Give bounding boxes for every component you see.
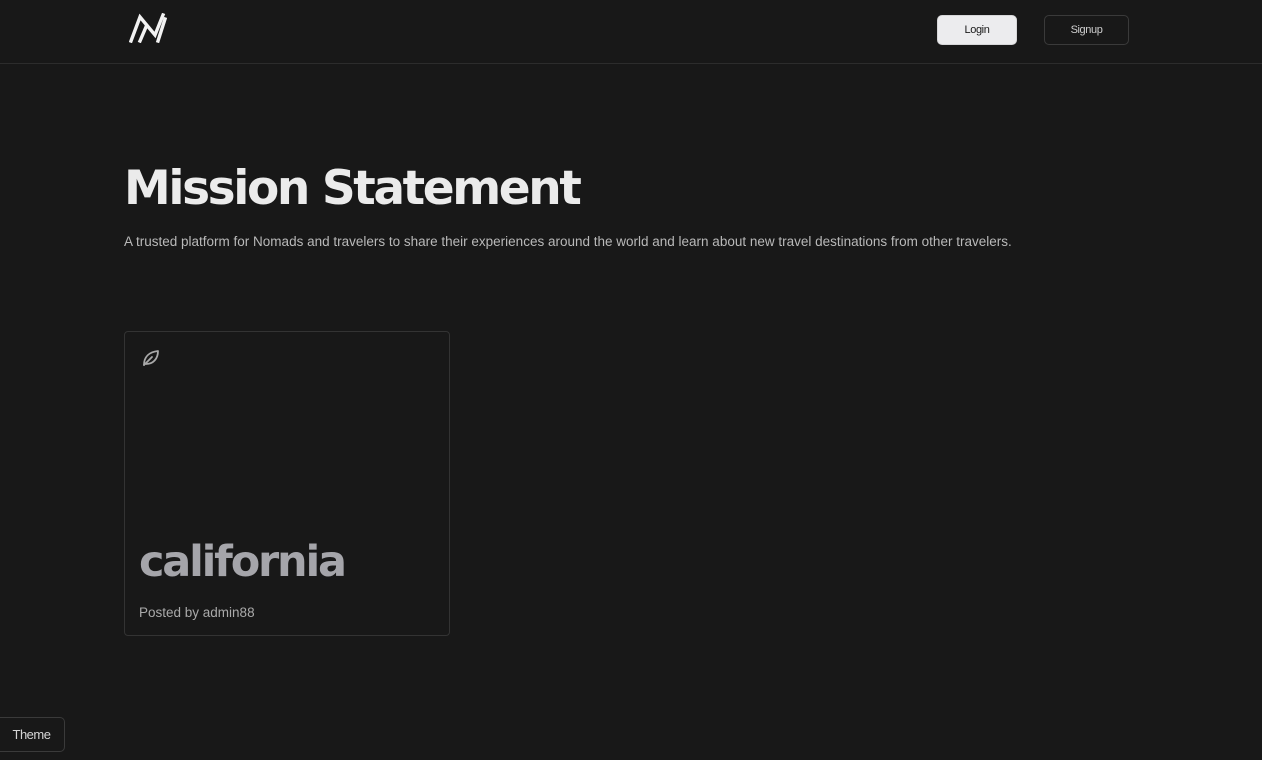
- post-author: Posted by admin88: [139, 605, 255, 620]
- page-title: Mission Statement: [124, 161, 582, 216]
- mission-description: A trusted platform for Nomads and travel…: [124, 234, 1012, 249]
- signup-button[interactable]: Signup: [1044, 15, 1129, 45]
- leaf-icon: [141, 348, 161, 368]
- login-button[interactable]: Login: [937, 15, 1017, 45]
- theme-button[interactable]: Theme: [0, 717, 65, 752]
- top-nav: Login Signup: [0, 0, 1262, 64]
- post-title: california: [139, 537, 347, 587]
- page: Login Signup Mission Statement A trusted…: [0, 0, 1262, 760]
- logo-icon[interactable]: [128, 12, 168, 44]
- post-card[interactable]: california Posted by admin88: [124, 331, 450, 636]
